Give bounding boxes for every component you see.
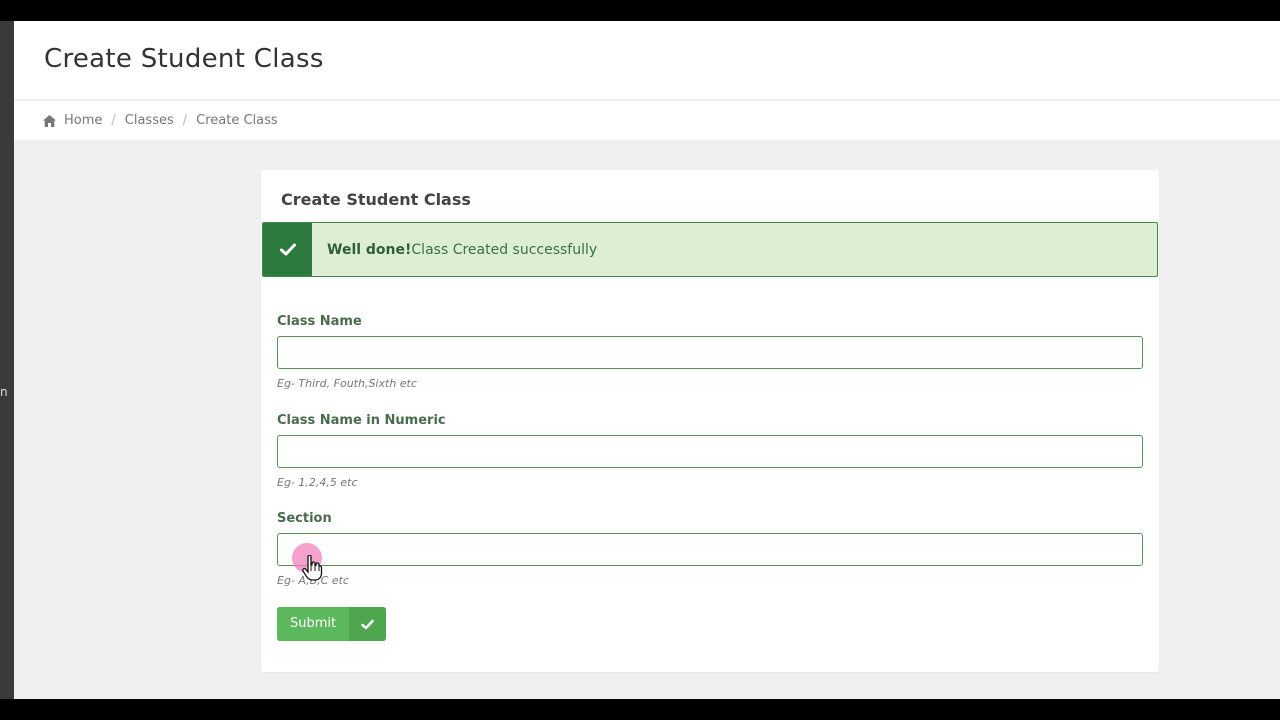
alert-message: Class Created successfully — [411, 241, 598, 258]
app-viewport: n Create Student Class Home / Classes / … — [0, 21, 1280, 699]
submit-label: Submit — [277, 607, 350, 641]
section-group: Section Eg- A,B,C etc — [277, 511, 1143, 587]
alert-text: Well done!Class Created successfully — [327, 242, 597, 258]
alert-icon-box — [263, 223, 312, 276]
check-icon — [279, 243, 296, 256]
breadcrumb: Home / Classes / Create Class — [43, 113, 278, 128]
class-name-input[interactable] — [277, 336, 1143, 369]
check-icon — [361, 619, 374, 629]
breadcrumb-classes-link[interactable]: Classes — [125, 113, 174, 128]
section-label: Section — [277, 511, 332, 526]
sidebar-peek-text: n — [0, 385, 8, 399]
class-name-label: Class Name — [277, 314, 362, 329]
breadcrumb-separator: / — [182, 113, 188, 128]
page-header: Create Student Class — [14, 21, 1280, 100]
submit-button[interactable]: Submit — [277, 607, 387, 641]
section-help: Eg- A,B,C etc — [277, 574, 349, 587]
class-name-help: Eg- Third, Fouth,Sixth etc — [277, 377, 417, 390]
submit-check-icon-box — [349, 607, 387, 641]
page-title: Create Student Class — [44, 44, 324, 74]
section-input[interactable] — [277, 533, 1143, 566]
class-numeric-group: Class Name in Numeric Eg- 1,2,4,5 etc — [277, 413, 1143, 489]
card-title: Create Student Class — [281, 190, 471, 209]
success-alert: Well done!Class Created successfully — [262, 222, 1158, 277]
class-numeric-input[interactable] — [277, 435, 1143, 468]
alert-strong: Well done! — [327, 241, 412, 258]
breadcrumb-home-link[interactable]: Home — [64, 113, 102, 128]
create-class-card: Create Student Class Well done!Class Cre… — [261, 170, 1159, 672]
breadcrumb-bar: Home / Classes / Create Class — [14, 101, 1280, 140]
sidebar-edge: n — [0, 21, 14, 699]
breadcrumb-separator: / — [111, 113, 116, 128]
class-name-group: Class Name Eg- Third, Fouth,Sixth etc — [277, 314, 1143, 390]
class-numeric-label: Class Name in Numeric — [277, 413, 446, 428]
breadcrumb-current: Create Class — [196, 113, 278, 128]
home-icon — [43, 114, 56, 127]
class-numeric-help: Eg- 1,2,4,5 etc — [277, 476, 358, 489]
